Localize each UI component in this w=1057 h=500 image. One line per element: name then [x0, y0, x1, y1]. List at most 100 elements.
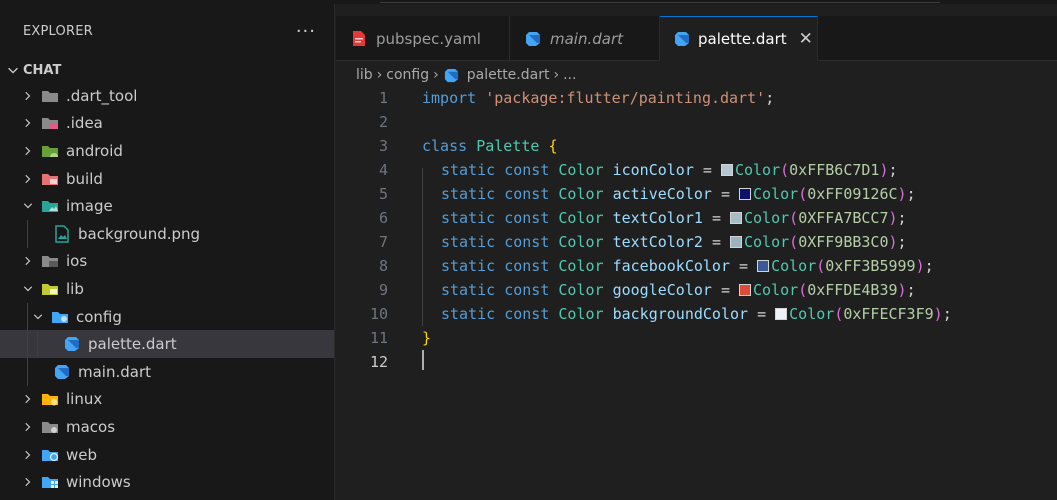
line-number: 5	[378, 185, 388, 203]
field-name: googleColor	[612, 281, 712, 299]
tree-item-background-png[interactable]: background.png	[0, 219, 334, 248]
tree-item-palette-dart[interactable]: palette.dart	[0, 330, 334, 358]
hex-value: 0xFF3B5999	[825, 257, 916, 275]
breadcrumb-item-lib[interactable]: lib	[356, 67, 373, 83]
color-swatch[interactable]	[757, 260, 770, 272]
semicolon: ;	[897, 233, 907, 251]
tree-item-windows[interactable]: windows	[0, 468, 334, 496]
equals-sign: =	[720, 185, 730, 203]
paren: (	[798, 185, 808, 203]
paren: )	[897, 281, 907, 299]
keyword: static	[441, 281, 496, 299]
breadcrumb-item-symbols[interactable]: ...	[563, 67, 576, 83]
hex-value: 0XFF9BB3C0	[798, 233, 889, 251]
folder-android-icon	[40, 142, 60, 160]
dart-icon	[524, 30, 542, 48]
tree-item-ios[interactable]: ios	[0, 248, 334, 276]
tree-item-idea[interactable]: .idea	[0, 110, 334, 138]
tree-item-dart-tool[interactable]: .dart_tool	[0, 82, 334, 110]
tree-item-config[interactable]: config	[0, 302, 334, 331]
chevron-right-icon	[20, 88, 36, 104]
tab-main-dart[interactable]: main.dart	[510, 16, 660, 61]
tab-label: pubspec.yaml	[376, 29, 481, 48]
chevron-down-icon	[20, 281, 36, 297]
text-cursor	[422, 350, 424, 370]
dart-icon	[674, 30, 690, 48]
breadcrumb-item-config[interactable]: config	[386, 67, 429, 83]
tab-pubspec-yaml[interactable]: pubspec.yaml	[336, 16, 510, 61]
type-name: Color	[558, 305, 604, 323]
equals-sign: =	[702, 161, 712, 179]
tree-item-label: android	[66, 141, 123, 160]
line-number: 3	[378, 137, 388, 155]
chevron-right-icon	[20, 419, 36, 435]
tree-item-label: .idea	[66, 114, 103, 133]
color-swatch[interactable]	[775, 308, 788, 320]
line-number: 1	[378, 89, 388, 107]
code-line: 6 static const Color textColor1 = Color(0…	[336, 206, 1057, 230]
type-name: Color	[771, 257, 817, 275]
code-editor[interactable]: 1 import 'package:flutter/painting.dart'…	[336, 86, 1057, 500]
chevron-down-icon	[30, 309, 46, 325]
semicolon: ;	[906, 281, 916, 299]
hex-value: 0xFFECF3F9	[843, 305, 934, 323]
folder-linux-icon	[40, 390, 60, 408]
type-name: Color	[789, 305, 835, 323]
tree-item-web[interactable]: web	[0, 441, 334, 469]
folder-ios-icon	[40, 252, 60, 270]
folder-images-icon	[40, 197, 60, 215]
tab-palette-dart[interactable]: palette.dart ✕	[660, 16, 818, 61]
code-text: static const Color activeColor = Color(0…	[441, 185, 916, 203]
tree-item-main-dart[interactable]: main.dart	[0, 357, 334, 386]
keyword: const	[504, 257, 550, 275]
keyword: static	[441, 257, 496, 275]
explorer-title: EXPLORER	[23, 23, 93, 39]
tree-item-label: config	[76, 307, 122, 326]
code-line: 5 static const Color activeColor = Color(…	[336, 182, 1057, 206]
code-line: 12	[336, 350, 1057, 374]
paren: (	[789, 209, 799, 227]
dart-icon	[62, 335, 82, 353]
type-name: Color	[753, 185, 799, 203]
code-text: static const Color facebookColor = Color…	[441, 257, 934, 275]
brace: }	[422, 329, 432, 347]
paren: )	[888, 209, 898, 227]
paren: (	[780, 161, 790, 179]
line-number: 4	[378, 161, 388, 179]
equals-sign: =	[739, 257, 749, 275]
tree-item-android[interactable]: android	[0, 137, 334, 165]
keyword: const	[504, 305, 550, 323]
chevron-right-icon	[20, 474, 36, 490]
color-swatch[interactable]	[720, 164, 733, 176]
yaml-icon	[350, 30, 368, 48]
code-text: class Palette {	[422, 137, 557, 155]
equals-sign: =	[711, 209, 721, 227]
folder-config-icon	[50, 308, 70, 326]
tree-item-image[interactable]: image	[0, 192, 334, 220]
tree-item-linux[interactable]: linux	[0, 386, 334, 414]
chevron-right-icon	[20, 171, 36, 187]
tree-item-label: web	[66, 445, 98, 464]
tree-item-label: ios	[66, 252, 88, 271]
tree-item-macos[interactable]: macos	[0, 413, 334, 441]
tree-item-label: linux	[66, 390, 103, 409]
workspace-section-header[interactable]: CHAT	[0, 58, 334, 82]
keyword: static	[441, 305, 496, 323]
indent-guide	[27, 330, 28, 358]
folder-icon	[40, 87, 60, 105]
paren: )	[888, 233, 898, 251]
type-name: Color	[744, 233, 790, 251]
breadcrumb-item-file[interactable]: palette.dart	[467, 67, 550, 83]
paren: (	[789, 233, 799, 251]
tree-item-build[interactable]: build	[0, 165, 334, 193]
close-tab-button[interactable]: ✕	[799, 29, 813, 49]
more-actions-button[interactable]: ···	[296, 21, 316, 42]
color-swatch[interactable]	[730, 212, 742, 224]
breadcrumb-separator: ›	[553, 67, 560, 83]
color-swatch[interactable]	[730, 236, 742, 248]
tree-item-lib[interactable]: lib	[0, 275, 334, 303]
color-swatch[interactable]	[739, 188, 752, 200]
color-swatch[interactable]	[739, 284, 752, 296]
code-line: 10 static const Color backgroundColor = C…	[336, 302, 1057, 326]
breadcrumb-separator: ›	[433, 67, 439, 83]
